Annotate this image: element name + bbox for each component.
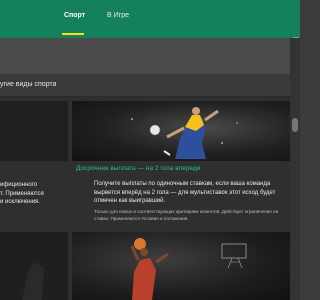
scrollbar-thumb[interactable] — [292, 118, 298, 132]
tab-sport[interactable]: Спорт — [64, 12, 85, 19]
promo-terms: Только для новых и соответствующих крите… — [94, 209, 279, 221]
other-sports-filter[interactable]: угие виды спорта — [0, 81, 56, 88]
left-card-line: ифиционного — [0, 182, 38, 188]
promo-image-basketball[interactable] — [72, 232, 290, 300]
left-card-line: т. Применяются — [0, 190, 44, 197]
top-navigation-bar: Спорт В Игре — [0, 0, 300, 38]
player-silhouette — [22, 262, 44, 300]
promo-image-football[interactable] — [72, 101, 290, 161]
tab-in-play[interactable]: В Игре — [107, 12, 129, 19]
promo-title[interactable]: Досрочная выплата — на 2 гола впереди — [76, 165, 200, 172]
sport-filter-row[interactable]: угие виды спорта — [0, 74, 290, 97]
left-card-line: и исключения. — [0, 199, 40, 205]
left-card-text: ифиционного т. Применяются и исключения. — [0, 181, 68, 207]
promo-image-left[interactable] — [0, 101, 68, 161]
basketball-player-illustration — [130, 238, 247, 300]
promo-image-bottom-left[interactable] — [0, 232, 68, 300]
header-band — [0, 38, 290, 95]
active-tab-indicator — [62, 33, 84, 35]
promo-description: Получите выплаты по одиночным ставкам, е… — [94, 181, 276, 204]
football-player-illustration — [131, 107, 238, 159]
vertical-scrollbar[interactable] — [290, 38, 300, 300]
